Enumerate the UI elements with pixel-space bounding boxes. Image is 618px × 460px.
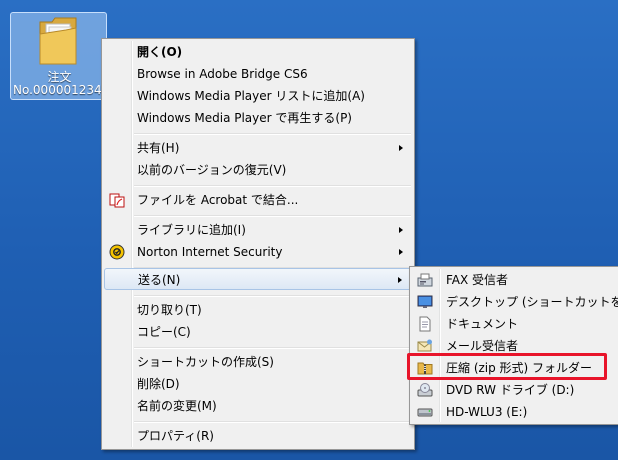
menu-send-to[interactable]: 送る(N): [104, 268, 412, 290]
acrobat-icon: [109, 193, 125, 208]
menu-delete[interactable]: 削除(D): [104, 373, 412, 395]
submenu-arrow-icon: [399, 145, 403, 151]
submenu-arrow-icon: [399, 227, 403, 233]
hard-drive-icon: [417, 408, 433, 417]
sendto-hard-drive[interactable]: HD-WLU3 (E:): [412, 401, 616, 423]
menu-browse-bridge[interactable]: Browse in Adobe Bridge CS6: [104, 63, 412, 85]
menu-create-shortcut[interactable]: ショートカットの作成(S): [104, 351, 412, 373]
send-to-submenu: FAX 受信者 デスクトップ (ショートカットを ドキュメント メール受信者 圧…: [409, 266, 618, 425]
menu-separator: [134, 185, 411, 187]
menu-wmp-add[interactable]: Windows Media Player リストに追加(A): [104, 85, 412, 107]
desktop-folder-name-2: No.0000012345: [13, 83, 107, 97]
menu-restore-versions[interactable]: 以前のバージョンの復元(V): [104, 159, 412, 181]
menu-rename[interactable]: 名前の変更(M): [104, 395, 412, 417]
sendto-desktop[interactable]: デスクトップ (ショートカットを: [412, 291, 618, 313]
highlight-box: [407, 353, 607, 380]
norton-icon: [109, 244, 125, 260]
submenu-arrow-icon: [399, 249, 403, 255]
menu-separator: [134, 421, 411, 423]
desktop-folder-item[interactable]: 注文 No.0000012345: [10, 12, 107, 100]
sendto-documents[interactable]: ドキュメント: [412, 313, 616, 335]
dvd-drive-icon: [417, 383, 433, 397]
menu-wmp-play[interactable]: Windows Media Player で再生する(P): [104, 107, 412, 129]
menu-share[interactable]: 共有(H): [104, 137, 412, 159]
menu-copy[interactable]: コピー(C): [104, 321, 412, 343]
menu-acrobat-combine[interactable]: ファイルを Acrobat で結合...: [104, 189, 412, 211]
desktop-icon: [417, 295, 433, 308]
menu-separator: [134, 133, 411, 135]
folder-icon: [39, 17, 77, 65]
menu-open[interactable]: 開く(O): [104, 41, 412, 63]
menu-add-to-library[interactable]: ライブラリに追加(I): [104, 219, 412, 241]
menu-separator: [134, 347, 411, 349]
menu-cut[interactable]: 切り取り(T): [104, 299, 412, 321]
sendto-fax[interactable]: FAX 受信者: [412, 269, 616, 291]
menu-norton[interactable]: Norton Internet Security: [104, 241, 412, 263]
context-menu: 開く(O) Browse in Adobe Bridge CS6 Windows…: [101, 38, 415, 450]
sendto-dvd-drive[interactable]: DVD RW ドライブ (D:): [412, 379, 616, 401]
document-icon: [419, 316, 431, 332]
menu-separator: [134, 295, 411, 297]
submenu-arrow-icon: [398, 277, 402, 283]
fax-icon: [417, 273, 433, 287]
mail-icon: [417, 339, 432, 352]
menu-separator: [134, 215, 411, 217]
menu-properties[interactable]: プロパティ(R): [104, 425, 412, 447]
